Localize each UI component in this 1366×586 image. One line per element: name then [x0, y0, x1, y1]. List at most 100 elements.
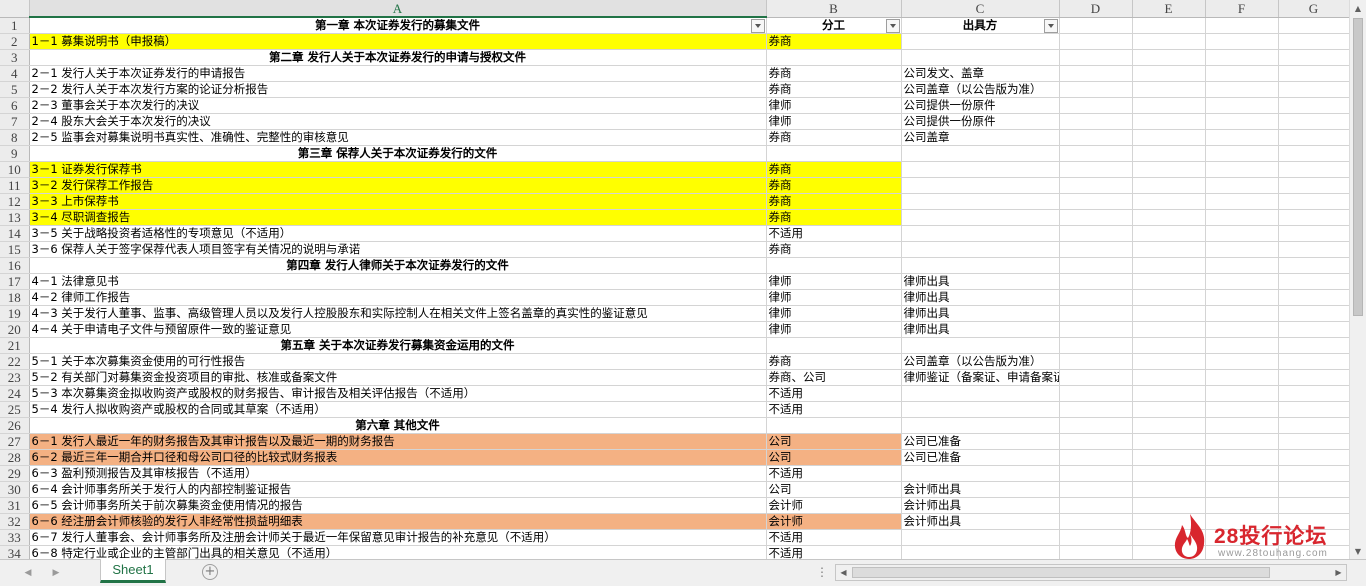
cell[interactable] [1205, 449, 1279, 466]
row-header[interactable]: 18 [0, 289, 30, 306]
responsibility-cell[interactable]: 不适用 [766, 385, 902, 402]
cell[interactable] [1059, 545, 1133, 559]
cell[interactable] [1278, 417, 1349, 434]
cell[interactable] [1132, 465, 1206, 482]
responsibility-cell[interactable]: 券商 [766, 65, 902, 82]
cell[interactable] [1059, 465, 1133, 482]
row-header[interactable]: 29 [0, 465, 30, 482]
cell[interactable] [1278, 273, 1349, 290]
issuer-cell[interactable]: 公司已准备 [901, 449, 1060, 466]
responsibility-cell[interactable]: 券商 [766, 81, 902, 98]
cell[interactable] [1059, 177, 1133, 194]
cell[interactable] [1278, 481, 1349, 498]
row-header[interactable]: 15 [0, 241, 30, 258]
row-header[interactable]: 33 [0, 529, 30, 546]
cell[interactable] [1205, 177, 1279, 194]
cell[interactable] [1132, 241, 1206, 258]
issuer-cell[interactable] [901, 241, 1060, 258]
issuer-cell[interactable]: 公司提供一份原件 [901, 113, 1060, 130]
cell[interactable] [1059, 305, 1133, 322]
cell[interactable] [1278, 49, 1349, 66]
responsibility-cell[interactable]: 券商 [766, 161, 902, 178]
filter-dropdown-icon[interactable] [885, 18, 900, 33]
row-header[interactable]: 19 [0, 305, 30, 322]
row-header[interactable]: 16 [0, 257, 30, 274]
cell[interactable] [1059, 145, 1133, 162]
cell[interactable] [1132, 225, 1206, 242]
tab-sheet1[interactable]: Sheet1 [100, 559, 166, 583]
cell[interactable] [1278, 129, 1349, 146]
cell[interactable] [1059, 401, 1133, 418]
document-item-cell[interactable]: 2－2 发行人关于本次发行方案的论证分析报告 [29, 81, 767, 98]
cell[interactable] [1132, 113, 1206, 130]
cell[interactable] [1059, 225, 1133, 242]
responsibility-cell[interactable]: 券商 [766, 241, 902, 258]
issuer-cell[interactable]: 会计师出具 [901, 497, 1060, 514]
cell[interactable] [1132, 65, 1206, 82]
cell[interactable] [901, 145, 1060, 162]
cell[interactable] [1278, 113, 1349, 130]
cell[interactable] [1132, 305, 1206, 322]
scroll-down-icon[interactable]: ▼ [1350, 543, 1366, 559]
responsibility-cell[interactable]: 不适用 [766, 465, 902, 482]
row-header[interactable]: 1 [0, 17, 30, 34]
row-header[interactable]: 26 [0, 417, 30, 434]
vertical-scrollbar[interactable]: ▲ ▼ [1349, 0, 1366, 559]
row-header[interactable]: 4 [0, 65, 30, 82]
filter-dropdown-icon[interactable] [750, 19, 765, 33]
cell[interactable] [1059, 417, 1133, 434]
cell[interactable] [1059, 289, 1133, 306]
cell[interactable] [1132, 273, 1206, 290]
cell[interactable] [901, 49, 1060, 66]
document-item-cell[interactable]: 5－2 有关部门对募集资金投资项目的审批、核准或备案文件 [29, 369, 767, 386]
cell[interactable] [1205, 193, 1279, 210]
document-item-cell[interactable]: 3－2 发行保荐工作报告 [29, 177, 767, 194]
cell[interactable] [1059, 481, 1133, 498]
cell[interactable] [766, 49, 902, 66]
cell[interactable] [1132, 337, 1206, 354]
row-header[interactable]: 3 [0, 49, 30, 66]
document-item-cell[interactable]: 6－4 会计师事务所关于发行人的内部控制鉴证报告 [29, 481, 767, 498]
responsibility-cell[interactable]: 不适用 [766, 401, 902, 418]
responsibility-cell[interactable]: 券商 [766, 33, 902, 50]
cell[interactable] [1059, 337, 1133, 354]
cell[interactable] [1205, 17, 1279, 34]
cell[interactable] [1132, 321, 1206, 338]
cell[interactable] [1059, 161, 1133, 178]
cell[interactable] [1132, 289, 1206, 306]
document-item-cell[interactable]: 4－4 关于申请电子文件与预留原件一致的鉴证意见 [29, 321, 767, 338]
responsibility-cell[interactable]: 律师 [766, 97, 902, 114]
cell[interactable] [1059, 273, 1133, 290]
column-header-g[interactable]: G [1278, 0, 1349, 18]
row-header[interactable]: 28 [0, 449, 30, 466]
cell[interactable] [901, 337, 1060, 354]
document-item-cell[interactable]: 3－1 证券发行保荐书 [29, 161, 767, 178]
tab-scroll-left-icon[interactable]: ◀ [20, 565, 36, 581]
cell[interactable] [1059, 113, 1133, 130]
section-title-cell[interactable]: 第五章 关于本次证券发行募集资金运用的文件 [29, 337, 767, 354]
cell[interactable] [1278, 225, 1349, 242]
cell[interactable] [1059, 513, 1133, 530]
row-header[interactable]: 24 [0, 385, 30, 402]
responsibility-cell[interactable]: 律师 [766, 305, 902, 322]
cell[interactable] [1278, 433, 1349, 450]
cell[interactable] [1278, 385, 1349, 402]
cell[interactable] [766, 145, 902, 162]
cell[interactable] [1059, 449, 1133, 466]
issuer-cell[interactable] [901, 209, 1060, 226]
issuer-cell[interactable]: 会计师出具 [901, 513, 1060, 530]
cell[interactable] [1059, 353, 1133, 370]
section-title-cell[interactable]: 第四章 发行人律师关于本次证券发行的文件 [29, 257, 767, 274]
row-header[interactable]: 27 [0, 433, 30, 450]
row-header[interactable]: 23 [0, 369, 30, 386]
cell[interactable] [1278, 209, 1349, 226]
issuer-cell[interactable]: 律师出具 [901, 289, 1060, 306]
responsibility-cell[interactable]: 律师 [766, 321, 902, 338]
filter-dropdown-icon[interactable] [1043, 18, 1058, 33]
cell[interactable] [1132, 33, 1206, 50]
add-sheet-icon[interactable]: + [202, 564, 218, 580]
cell[interactable] [1132, 49, 1206, 66]
document-item-cell[interactable]: 3－5 关于战略投资者适格性的专项意见（不适用） [29, 225, 767, 242]
cell[interactable] [1205, 225, 1279, 242]
cell[interactable] [1059, 193, 1133, 210]
